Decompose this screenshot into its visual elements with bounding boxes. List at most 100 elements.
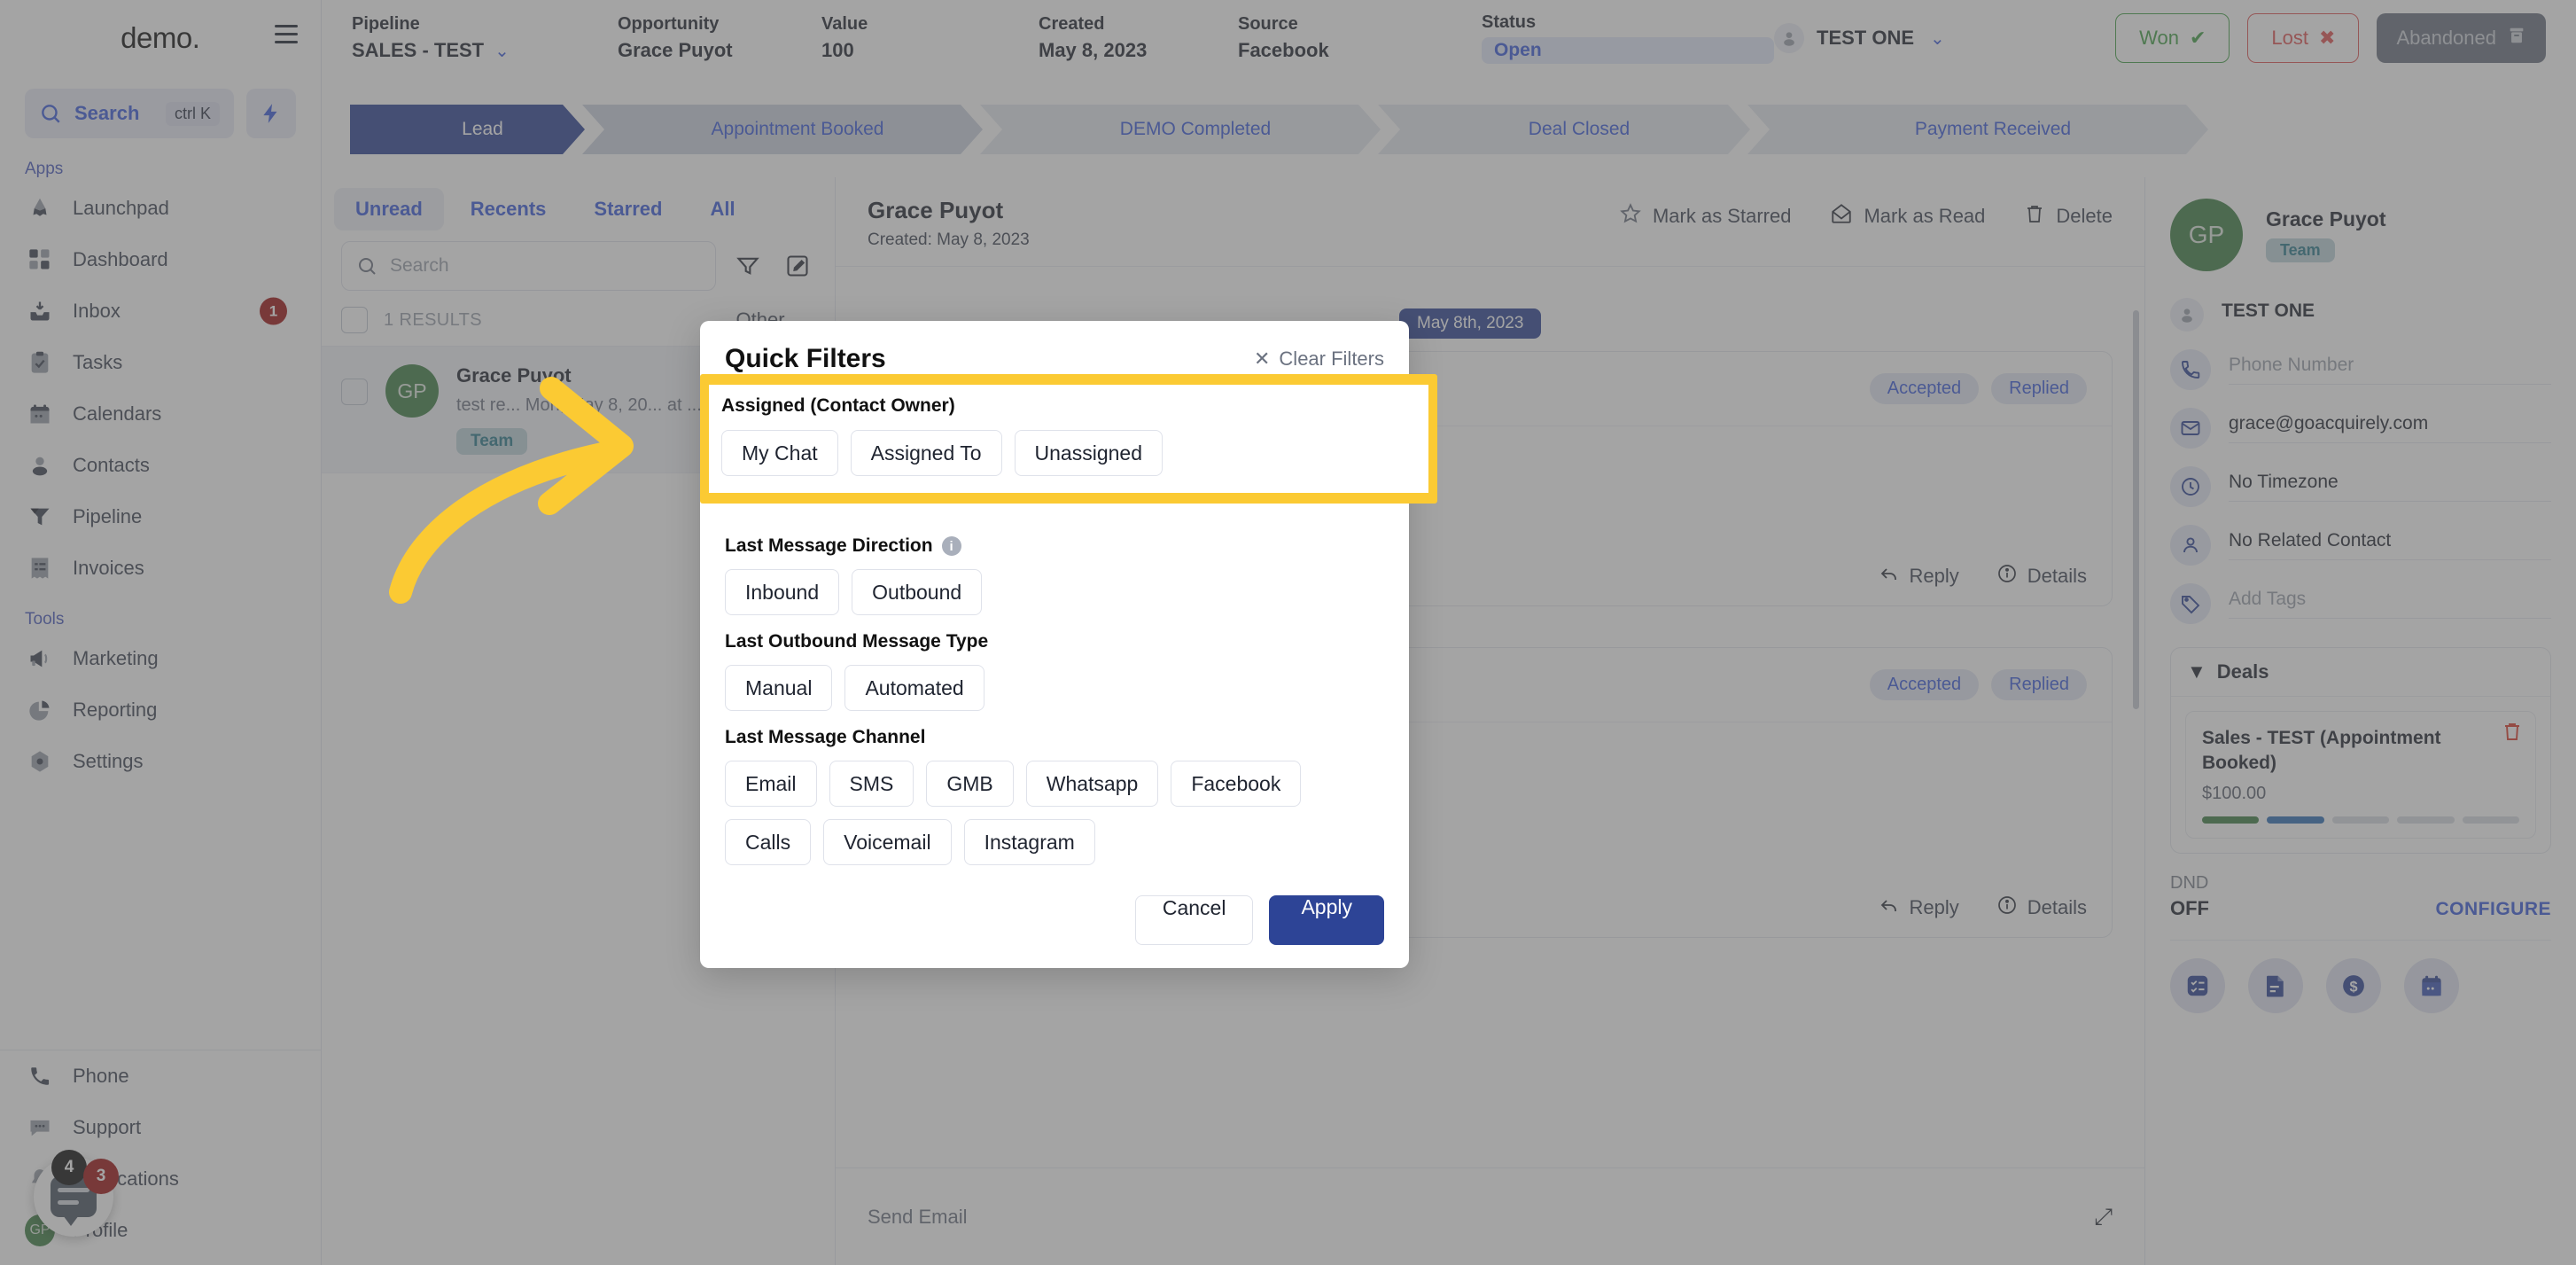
stage-payment-received[interactable]: Payment Received	[1747, 105, 2208, 154]
conversation-search-input[interactable]: Search	[341, 241, 716, 291]
sidebar-item-contacts[interactable]: Contacts	[0, 440, 321, 491]
group-label-text: Last Message Channel	[725, 727, 926, 747]
chip-automated[interactable]: Automated	[844, 665, 984, 711]
reply-button[interactable]: Reply	[1879, 894, 1959, 921]
sidebar-item-invoices[interactable]: Invoices	[0, 543, 321, 594]
sidebar-item-reporting[interactable]: Reporting	[0, 684, 321, 736]
compose-icon[interactable]	[780, 248, 815, 284]
configure-button[interactable]: CONFIGURE	[2436, 899, 2552, 920]
sidebar-item-pipeline[interactable]: Pipeline	[0, 491, 321, 543]
expand-icon[interactable]: ⤢	[2094, 1203, 2113, 1231]
sidebar-item-label: Settings	[73, 750, 144, 772]
lost-button[interactable]: Lost ✖	[2247, 13, 2360, 63]
dollar-icon[interactable]: $	[2326, 957, 2381, 1013]
chip-voicemail[interactable]: Voicemail	[823, 819, 952, 865]
quick-actions-row: $	[2170, 939, 2551, 1013]
chip-email[interactable]: Email	[725, 761, 817, 807]
related-contact-field[interactable]: No Related Contact	[2229, 530, 2551, 560]
delete-button[interactable]: Delete	[2024, 203, 2113, 230]
conversation-tabs: Unread Recents Starred All	[322, 177, 835, 236]
chip-assigned-to[interactable]: Assigned To	[850, 430, 1002, 476]
email-field[interactable]: grace@goacquirely.com	[2229, 413, 2551, 443]
archive-icon	[2507, 26, 2526, 51]
clear-filters-button[interactable]: ✕ Clear Filters	[1254, 347, 1384, 371]
won-button[interactable]: Won ✔	[2115, 13, 2230, 63]
sidebar-item-calendars[interactable]: Calendars	[0, 388, 321, 440]
filter-icon[interactable]	[730, 248, 766, 284]
avatar: GP	[385, 364, 439, 418]
quick-action-bolt-button[interactable]	[246, 89, 296, 138]
chip-instagram[interactable]: Instagram	[963, 819, 1095, 865]
conversation-checkbox[interactable]	[341, 379, 368, 405]
chip-unassigned[interactable]: Unassigned	[1014, 430, 1163, 476]
results-count: 1 RESULTS	[384, 309, 483, 330]
chip-my-chat[interactable]: My Chat	[721, 430, 838, 476]
owner-selector[interactable]: TEST ONE ⌄	[1774, 23, 1945, 53]
details-button[interactable]: Details	[1996, 894, 2087, 921]
chip-gmb[interactable]: GMB	[926, 761, 1014, 807]
sidebar-item-dashboard[interactable]: Dashboard	[0, 234, 321, 285]
info-icon[interactable]: i	[941, 536, 961, 556]
chip-outbound[interactable]: Outbound	[852, 569, 983, 615]
calendar-small-icon[interactable]	[2404, 957, 2459, 1013]
chip-inbound[interactable]: Inbound	[725, 569, 840, 615]
tasks-list-icon[interactable]	[2170, 957, 2225, 1013]
stage-demo-completed[interactable]: DEMO Completed	[980, 105, 1381, 154]
mark-as-starred-button[interactable]: Mark as Starred	[1619, 202, 1791, 230]
chip-calls[interactable]: Calls	[725, 819, 812, 865]
pipeline-selector[interactable]: SALES - TEST ⌄	[352, 39, 618, 62]
brand-header: demo.	[0, 0, 321, 76]
stage-appointment-booked[interactable]: Appointment Booked	[582, 105, 983, 154]
action-label: Reply	[1909, 565, 1959, 587]
field-value: Grace Puyot	[618, 39, 733, 61]
support-chat-widget-button[interactable]: 4 3	[34, 1150, 119, 1237]
global-search-button[interactable]: Search ctrl K	[25, 89, 234, 138]
composer-placeholder: Send Email	[868, 1205, 968, 1228]
collapse-sidebar-icon[interactable]	[275, 25, 301, 51]
launchpad-icon	[25, 193, 55, 223]
sidebar-item-launchpad[interactable]: Launchpad	[0, 183, 321, 234]
add-tags-field[interactable]: Add Tags	[2229, 589, 2551, 619]
tab-starred[interactable]: Starred	[572, 188, 683, 230]
details-button[interactable]: Details	[1996, 563, 2087, 590]
field-label: Created	[1039, 14, 1105, 34]
contact-detail-panel: GP Grace Puyot Team TEST ONE Phone Numbe…	[2144, 177, 2576, 1265]
sidebar-item-tasks[interactable]: Tasks	[0, 337, 321, 388]
document-icon[interactable]	[2248, 957, 2303, 1013]
sidebar-item-marketing[interactable]: Marketing	[0, 633, 321, 684]
reply-button[interactable]: Reply	[1879, 563, 1959, 590]
chip-sms[interactable]: SMS	[829, 761, 914, 807]
chip-whatsapp[interactable]: Whatsapp	[1025, 761, 1159, 807]
sidebar-item-inbox[interactable]: Inbox 1	[0, 285, 321, 337]
abandoned-button[interactable]: Abandoned	[2377, 13, 2546, 63]
apply-button[interactable]: Apply	[1269, 895, 1384, 945]
sidebar-item-settings[interactable]: Settings	[0, 736, 321, 787]
select-all-checkbox[interactable]	[341, 307, 368, 333]
cancel-button[interactable]: Cancel	[1134, 895, 1254, 945]
phone-field[interactable]: Phone Number	[2229, 355, 2551, 385]
delete-deal-icon[interactable]	[2502, 721, 2523, 746]
mark-as-read-button[interactable]: Mark as Read	[1830, 202, 1985, 230]
timezone-field[interactable]: No Timezone	[2229, 472, 2551, 502]
message-composer[interactable]: Send Email ⤢	[836, 1167, 2144, 1265]
chip-manual[interactable]: Manual	[725, 665, 833, 711]
sidebar-item-support[interactable]: Support	[0, 1102, 321, 1153]
chip-facebook[interactable]: Facebook	[1171, 761, 1302, 807]
left-sidebar: demo. Search ctrl K Apps Launchpad Dashb…	[0, 0, 322, 1265]
stage-deal-closed[interactable]: Deal Closed	[1378, 105, 1750, 154]
message-scrollbar[interactable]	[2133, 310, 2139, 709]
dnd-row: DND OFF CONFIGURE	[2170, 873, 2551, 920]
search-shortcut: ctrl K	[165, 101, 220, 126]
email-icon	[2170, 408, 2211, 449]
sidebar-item-phone[interactable]: Phone	[0, 1050, 321, 1102]
tab-unread[interactable]: Unread	[334, 188, 444, 230]
info-icon	[1996, 894, 2018, 921]
phone-icon	[25, 1061, 55, 1091]
deals-section-header[interactable]: ▼ Deals	[2171, 648, 2550, 697]
tab-all[interactable]: All	[689, 188, 756, 230]
deal-item[interactable]: Sales - TEST (Appointment Booked) $100.0…	[2185, 711, 2536, 839]
group-label: Last Outbound Message Type	[725, 631, 1384, 652]
tab-recents[interactable]: Recents	[449, 188, 568, 230]
stage-lead[interactable]: Lead	[350, 105, 585, 154]
reply-icon	[1879, 894, 1900, 921]
